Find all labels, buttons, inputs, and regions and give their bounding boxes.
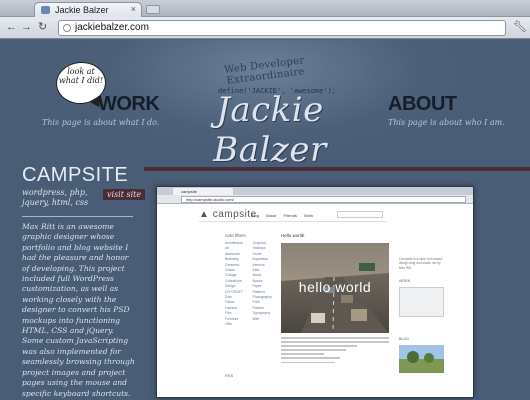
text-line bbox=[281, 337, 389, 339]
toolbar: ← → ↻ jackiebalzer.com 🔧︎ bbox=[0, 17, 530, 39]
speech-bubble-text: look at what I did! bbox=[58, 67, 104, 85]
screenshot-filter-list: Architecture Art Awesome Branding Ceramics Ch… bbox=[225, 241, 277, 328]
blog-thumbnail-image bbox=[399, 345, 444, 373]
tab-bar: Jackie Balzer × bbox=[0, 0, 530, 17]
tab-title: Jackie Balzer bbox=[55, 5, 109, 15]
screenshot-filter-item: Gifts bbox=[225, 322, 232, 327]
divider bbox=[22, 216, 133, 217]
screenshot-rss-heading: RSS bbox=[225, 373, 234, 378]
nav-work-link[interactable]: WORK bbox=[98, 93, 160, 116]
screenshot-menu-item: About bbox=[265, 213, 277, 218]
site-tagline: Web Developer Extraordinaire bbox=[223, 55, 306, 87]
back-icon[interactable]: ← bbox=[6, 21, 17, 34]
screenshot-menu-item: Blog bbox=[251, 213, 260, 218]
project-tags: wordpress, php, jquery, html, css bbox=[22, 188, 89, 207]
text-line bbox=[281, 341, 389, 343]
reload-icon[interactable]: ↻ bbox=[38, 21, 47, 34]
project-description: Max Ritt is an awesome graphic designer … bbox=[22, 222, 135, 398]
new-tab-button[interactable] bbox=[146, 5, 160, 14]
tab-jackie-balzer[interactable]: Jackie Balzer × bbox=[34, 2, 142, 17]
screenshot-sidebar-heading: note filters bbox=[225, 233, 246, 238]
screenshot-divider bbox=[199, 221, 387, 222]
screenshot-photo-caption: hello world bbox=[298, 279, 372, 295]
nav-about-link[interactable]: ABOUT bbox=[388, 93, 457, 116]
text-line bbox=[281, 345, 357, 347]
screenshot-post-title: Hello world! bbox=[281, 233, 305, 238]
accent-bar bbox=[144, 167, 530, 171]
screenshot-work-thumbnail bbox=[399, 287, 444, 317]
screenshot-menu-item: Work bbox=[303, 213, 314, 218]
favicon-icon bbox=[41, 6, 50, 14]
screenshot-logo: ▲ campsite bbox=[199, 209, 257, 220]
close-icon[interactable]: × bbox=[131, 4, 136, 14]
screenshot-tab-bar: campsite bbox=[157, 187, 473, 195]
project-title: CAMPSITE bbox=[22, 164, 129, 186]
site-logo[interactable]: Jackie Balzer bbox=[170, 90, 370, 170]
forward-icon[interactable]: → bbox=[21, 21, 32, 34]
screenshot-toolbar: http://campsite-studio.com/ bbox=[157, 195, 473, 204]
globe-icon bbox=[63, 24, 71, 32]
text-line bbox=[281, 357, 341, 359]
text-line bbox=[281, 349, 346, 351]
screenshot-post-body bbox=[281, 337, 389, 366]
wrench-icon[interactable]: 🔧︎ bbox=[513, 20, 527, 33]
screenshot-highway-photo: hello world bbox=[281, 243, 389, 333]
page-content: Web Developer Extraordinaire define('JAC… bbox=[0, 40, 530, 400]
screenshot-filter-item: Web bbox=[252, 316, 260, 321]
screenshot-tab: campsite bbox=[173, 188, 233, 195]
visit-site-button[interactable]: visit site bbox=[103, 189, 146, 200]
project-screenshot[interactable]: campsite http://campsite-studio.com/ ▲ c… bbox=[156, 186, 474, 398]
screenshot-blog-heading: BLOG bbox=[399, 337, 409, 341]
screenshot-search-box bbox=[337, 211, 383, 218]
screenshot-menu: Blog About Friends Work bbox=[251, 213, 319, 218]
screenshot-url: http://campsite-studio.com/ bbox=[181, 196, 466, 203]
screenshot-menu-item: Friends bbox=[283, 213, 297, 218]
text-line bbox=[281, 361, 335, 364]
screenshot-blog-thumbnail bbox=[399, 345, 444, 373]
text-line bbox=[281, 353, 325, 355]
screenshot-intro-text: Campsite is a New York based design blog… bbox=[399, 257, 443, 270]
address-bar[interactable]: jackiebalzer.com bbox=[58, 20, 506, 36]
url-text: jackiebalzer.com bbox=[75, 22, 149, 33]
nav-work-subtitle: This page is about what I do. bbox=[42, 118, 160, 127]
screenshot-work-heading: WORK bbox=[399, 279, 411, 283]
nav-about-subtitle: This page is about who I am. bbox=[388, 118, 505, 127]
